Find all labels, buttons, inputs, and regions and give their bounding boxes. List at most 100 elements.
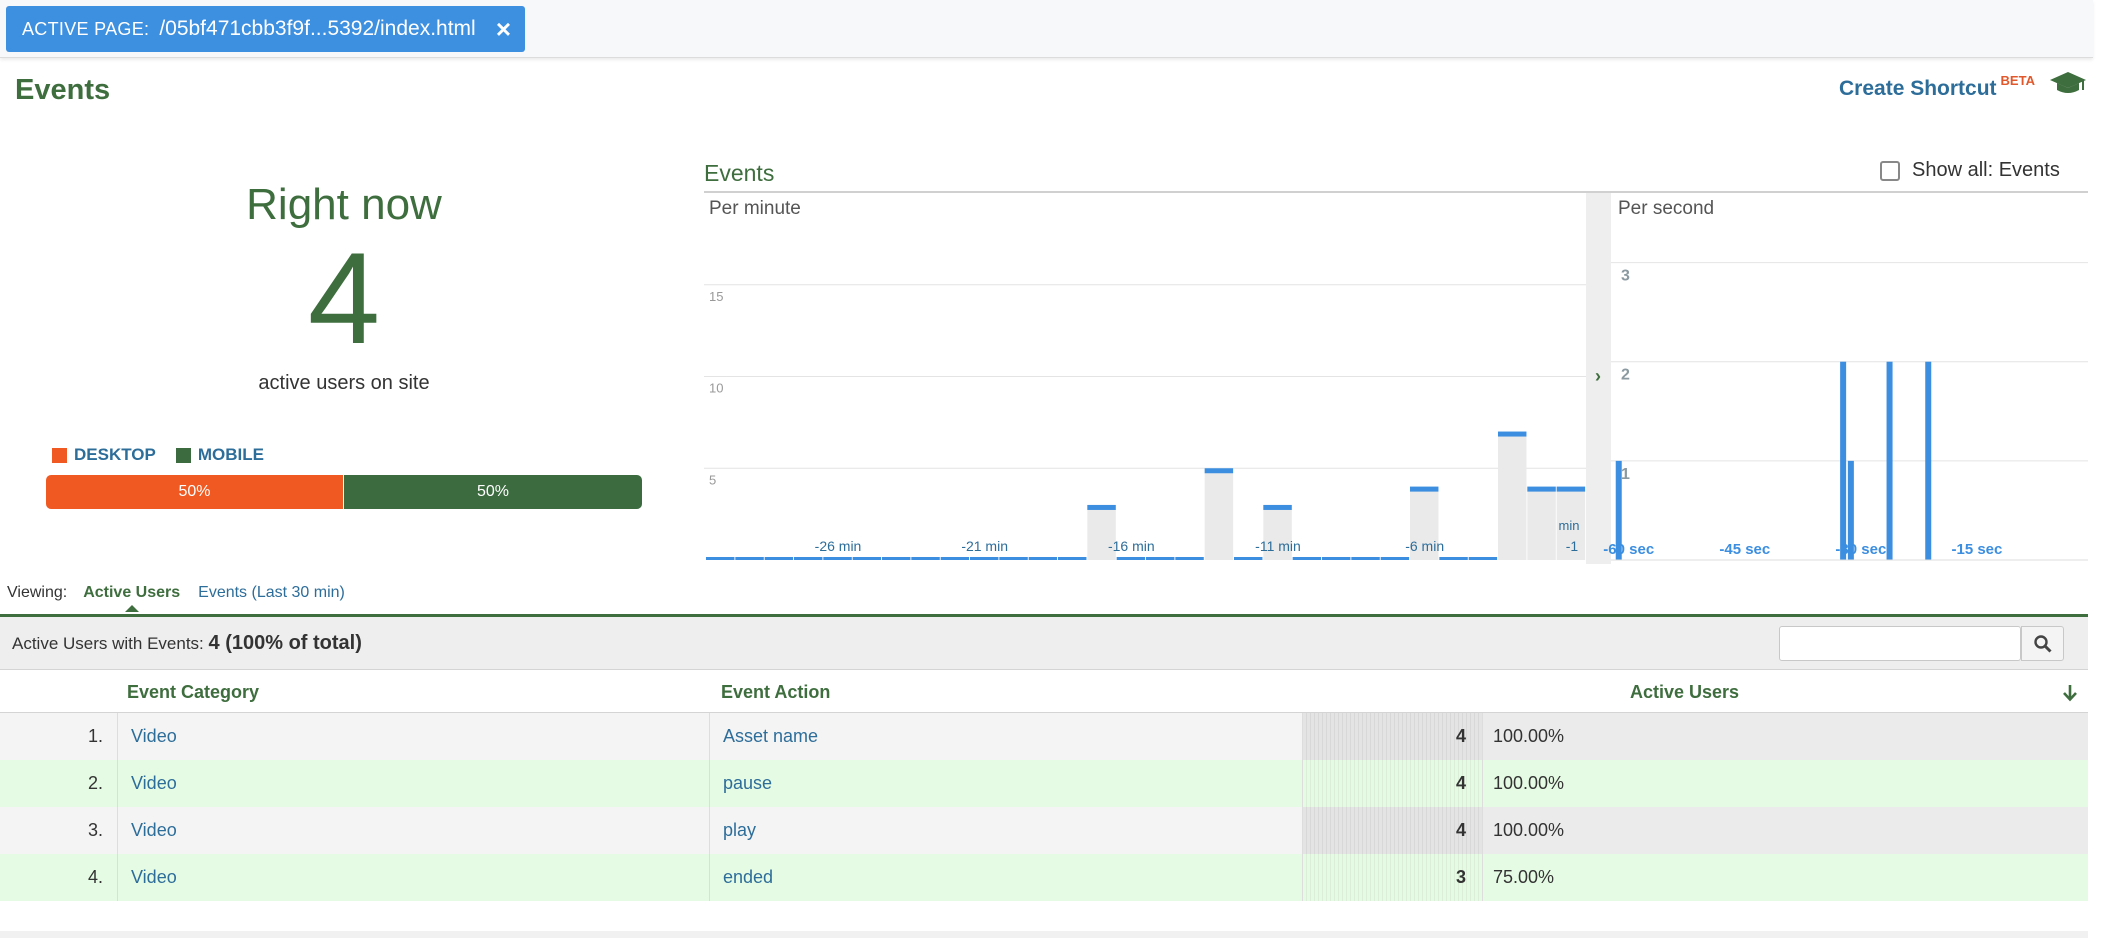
y-tick-label: 10 <box>709 381 723 396</box>
bar <box>999 557 1028 560</box>
active-page-filter[interactable]: ACTIVE PAGE: /05bf471cbb3f9f...5392/inde… <box>6 6 525 52</box>
right-now-title: Right now <box>246 180 442 229</box>
summary-value: 4 (100% of total) <box>208 632 362 654</box>
legend-mobile: MOBILE <box>175 445 264 465</box>
active-users-percent-cell: 100.00% <box>1482 713 2088 760</box>
events-charts: ›Per minute51015-26 min -21 min -16 min -11… <box>704 191 2088 564</box>
bar <box>1175 557 1204 560</box>
event-action-cell[interactable]: Asset name <box>709 713 1302 760</box>
bar-background <box>1527 486 1556 560</box>
active-users-cell: 4 <box>1302 760 1482 807</box>
device-split-bar: 50% 50% <box>46 475 642 509</box>
summary-label: Active Users with Events: <box>12 634 204 653</box>
tab-events-last-30[interactable]: Events (Last 30 min) <box>198 584 345 602</box>
create-shortcut-link[interactable]: Create Shortcut BETA <box>1839 73 2035 101</box>
bar-background <box>1204 468 1234 560</box>
bar <box>764 557 794 560</box>
bar <box>911 557 940 560</box>
active-users-cell: 4 <box>1302 713 1482 760</box>
bar <box>882 557 911 560</box>
bar <box>940 557 970 560</box>
y-tick-label: 3 <box>1621 268 1630 285</box>
x-tick-label: -60 sec <box>1603 541 1654 558</box>
bar <box>1468 557 1498 560</box>
bar <box>1116 557 1146 560</box>
x-tick-label: -1 <box>1566 538 1579 554</box>
mobile-swatch <box>175 447 191 463</box>
event-action-cell[interactable]: pause <box>709 760 1302 807</box>
bar <box>823 557 852 560</box>
tab-active-users[interactable]: Active Users <box>83 584 180 612</box>
summary-bar: Active Users with Events: 4 (100% of tot… <box>0 614 2088 670</box>
event-action-cell[interactable]: play <box>709 807 1302 854</box>
row-number: 3. <box>87 820 103 840</box>
bar <box>970 557 999 560</box>
table-row: 4. Video ended 3 75.00% <box>0 854 2088 901</box>
x-tick-label: -30 sec <box>1835 541 1886 558</box>
bar <box>1146 557 1175 560</box>
row-number: 4. <box>87 867 103 887</box>
active-page-path: /05bf471cbb3f9f...5392/index.html <box>159 17 476 40</box>
graduation-cap-icon[interactable] <box>2048 70 2088 96</box>
bar-background <box>1498 431 1527 560</box>
table-row: 3. Video play 4 100.00% <box>0 807 2088 854</box>
table-row: 1. Video Asset name 4 100.00% <box>0 713 2088 760</box>
bar <box>735 557 764 560</box>
event-category-cell[interactable]: Video <box>117 807 709 854</box>
bar <box>1498 431 1527 437</box>
mobile-share: 50% <box>344 475 642 509</box>
bar <box>1351 557 1380 560</box>
show-all-toggle[interactable]: Show all: Events <box>1880 159 2060 182</box>
desktop-swatch <box>52 447 67 463</box>
legend-desktop-label: DESKTOP <box>74 445 156 464</box>
y-tick-label: 15 <box>709 289 723 304</box>
bar <box>794 557 823 560</box>
legend-mobile-label: MOBILE <box>197 445 264 464</box>
bar <box>706 557 735 560</box>
x-tick-label: -16 min <box>1108 538 1155 554</box>
events-chart-title: Events <box>704 160 775 186</box>
header-event-action[interactable]: Event Action <box>721 682 830 703</box>
close-icon[interactable]: × <box>496 16 511 42</box>
event-category-cell[interactable]: Video <box>117 854 709 901</box>
table-row: 2. Video pause 4 100.00% <box>0 760 2088 807</box>
event-category-cell[interactable]: Video <box>117 760 709 807</box>
bar <box>1410 486 1439 492</box>
header-active-users[interactable]: Active Users <box>1630 682 1739 703</box>
bar <box>1263 504 1292 510</box>
active-users-percent-cell: 100.00% <box>1482 760 2088 807</box>
viewing-label: Viewing: <box>7 584 68 601</box>
viewing-tabs: Viewing: Active Users Events (Last 30 mi… <box>7 584 345 612</box>
bar <box>1028 557 1058 560</box>
event-action-cell[interactable]: ended <box>709 854 1302 901</box>
table-search-input[interactable] <box>1779 626 2021 661</box>
x-tick-label: -45 sec <box>1719 541 1770 558</box>
active-users-percent-cell: 100.00% <box>1482 807 2088 854</box>
active-users-cell: 4 <box>1302 807 1482 854</box>
per-minute-title: Per minute <box>709 198 801 219</box>
bar <box>1840 361 1847 560</box>
bar <box>1322 557 1351 560</box>
table-header: Event Category Event Action Active Users <box>0 671 2088 713</box>
arrow-down-icon[interactable] <box>2062 684 2078 702</box>
per-second-title: Per second <box>1618 198 1714 219</box>
bar <box>1925 361 1932 560</box>
header-event-category[interactable]: Event Category <box>127 682 259 703</box>
bar <box>1058 557 1087 560</box>
active-users-count: 4 <box>307 225 381 371</box>
y-tick-label: 5 <box>709 472 716 487</box>
page-title: Events <box>15 74 111 106</box>
show-all-label: Show all: Events <box>1912 159 2060 181</box>
x-tick-label: min <box>1559 518 1580 533</box>
bar <box>1556 486 1586 492</box>
search-button[interactable] <box>2021 626 2064 661</box>
active-users-subtitle: active users on site <box>258 372 430 394</box>
show-all-checkbox[interactable] <box>1880 160 1900 181</box>
x-tick-label: -26 min <box>815 538 862 554</box>
row-number: 1. <box>87 726 103 746</box>
summary-text: Active Users with Events: 4 (100% of tot… <box>12 632 362 655</box>
bar <box>1380 557 1410 560</box>
row-number: 2. <box>87 773 103 793</box>
event-category-cell[interactable]: Video <box>117 713 709 760</box>
beta-badge: BETA <box>2000 73 2035 88</box>
